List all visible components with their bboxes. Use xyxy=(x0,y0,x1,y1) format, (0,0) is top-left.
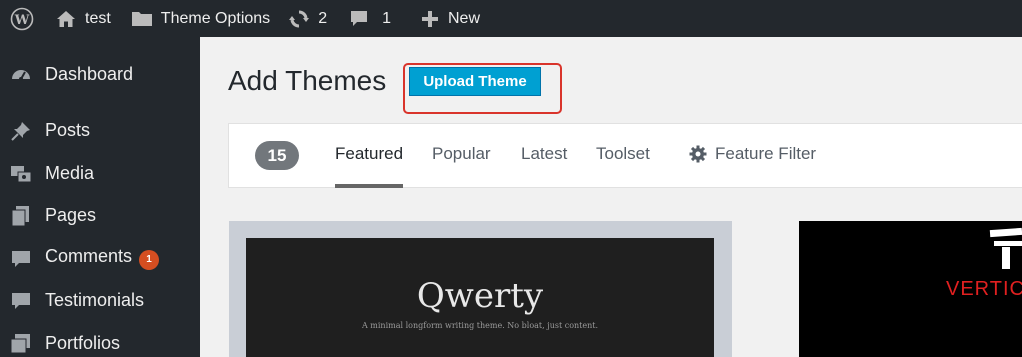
sidebar-item-dashboard[interactable]: Dashboard xyxy=(0,57,200,91)
theme-count-badge: 15 xyxy=(255,141,299,170)
preview-graphic xyxy=(1002,247,1010,269)
comment-icon xyxy=(12,251,30,267)
sidebar-item-media[interactable]: Media xyxy=(0,156,200,190)
theme-preview-title: Qwerty xyxy=(416,276,544,316)
sidebar-item-label: Media xyxy=(45,162,95,183)
admin-bar: W test Theme Options 2 1 New xyxy=(0,0,1022,37)
theme-options-link[interactable]: Theme Options xyxy=(131,0,270,37)
home-icon xyxy=(57,10,75,27)
sidebar-item-comments[interactable]: Comments 1 xyxy=(0,241,200,275)
feature-filter-button[interactable]: Feature Filter xyxy=(689,144,816,164)
sidebar-item-pages[interactable]: Pages xyxy=(0,198,200,232)
new-content-link[interactable]: New xyxy=(422,0,480,37)
sidebar-item-testimonials[interactable]: Testimonials xyxy=(0,283,200,317)
comment-bubble-icon xyxy=(351,10,368,26)
main-content: Add Themes Upload Theme 15 Featured Popu… xyxy=(200,37,1022,357)
feature-filter-label: Feature Filter xyxy=(715,144,817,163)
sidebar-item-portfolios[interactable]: Portfolios xyxy=(0,326,200,357)
media-icon xyxy=(11,166,32,183)
tab-toolset[interactable]: Toolset xyxy=(596,144,650,164)
svg-text:W: W xyxy=(14,13,30,28)
tab-popular[interactable]: Popular xyxy=(432,144,491,164)
preview-graphic xyxy=(989,227,1022,238)
sidebar-item-label: Pages xyxy=(45,204,97,225)
theme-options-label: Theme Options xyxy=(160,9,271,27)
comments-count: 1 xyxy=(382,9,391,27)
admin-sidebar: Dashboard Posts Media Pages Comments 1 T… xyxy=(0,37,200,357)
tab-featured[interactable]: Featured xyxy=(335,144,403,164)
sidebar-item-label: Testimonials xyxy=(45,289,145,310)
sidebar-item-label: Comments 1 xyxy=(45,246,160,270)
theme-card-qwerty[interactable]: Qwerty A minimal longform writing theme.… xyxy=(229,221,732,357)
theme-card-vertical[interactable]: VERTIC xyxy=(799,221,1022,357)
wordpress-logo-button[interactable]: W xyxy=(0,0,44,37)
wordpress-logo-icon: W xyxy=(10,7,34,30)
theme-preview-text: VERTIC xyxy=(946,278,1022,300)
new-label: New xyxy=(448,9,481,27)
sidebar-item-text: Comments xyxy=(45,246,133,266)
folder-icon xyxy=(131,11,152,26)
tab-latest[interactable]: Latest xyxy=(521,144,567,164)
site-name-label: test xyxy=(85,9,111,27)
sidebar-item-label: Posts xyxy=(45,119,91,140)
updates-link[interactable]: 2 xyxy=(288,0,327,37)
theme-screenshot: Qwerty A minimal longform writing theme.… xyxy=(246,238,714,357)
theme-preview-tagline: A minimal longform writing theme. No blo… xyxy=(361,321,599,330)
dashboard-icon xyxy=(12,70,30,81)
site-name-link[interactable]: test xyxy=(56,0,111,37)
pages-icon xyxy=(11,206,29,227)
comments-link[interactable]: 1 xyxy=(349,0,391,37)
comments-badge: 1 xyxy=(139,250,160,270)
plus-icon xyxy=(422,10,438,27)
page-title: Add Themes xyxy=(228,65,387,96)
comment-icon xyxy=(12,293,30,309)
preview-graphic xyxy=(994,241,1022,246)
updates-icon xyxy=(289,9,310,28)
portfolio-icon xyxy=(10,334,30,354)
sidebar-item-posts[interactable]: Posts xyxy=(0,113,200,147)
sidebar-item-label: Portfolios xyxy=(45,332,121,353)
highlight-annotation xyxy=(403,63,562,114)
theme-filter-bar: 15 Featured Popular Latest Toolset Featu… xyxy=(228,123,1022,188)
updates-count: 2 xyxy=(318,9,328,27)
active-tab-indicator xyxy=(335,184,403,188)
gear-icon xyxy=(689,145,707,163)
pin-icon xyxy=(11,122,30,141)
sidebar-item-label: Dashboard xyxy=(45,63,134,84)
